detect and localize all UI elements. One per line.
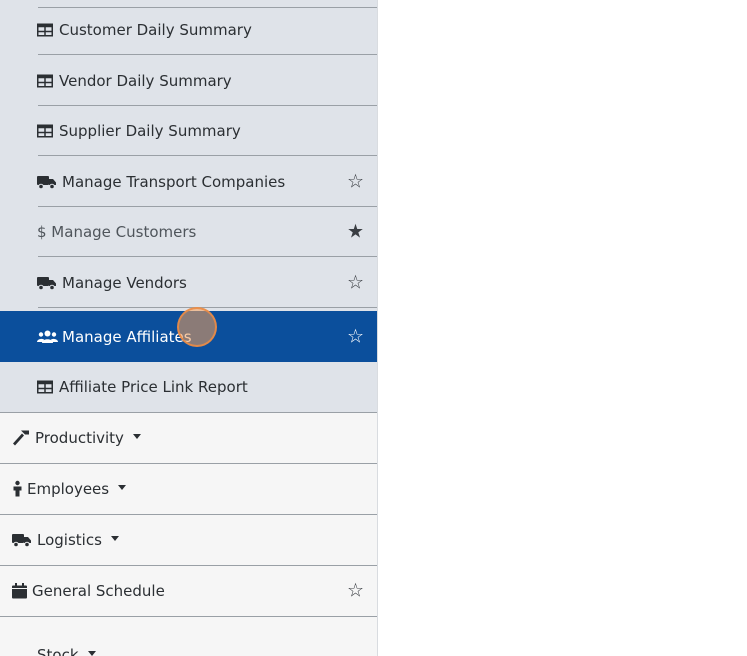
menu-item-stock[interactable]: Stock	[0, 617, 377, 656]
submenu-item-customer-daily-summary[interactable]: Customer Daily Summary	[0, 5, 377, 55]
divider	[38, 155, 377, 156]
submenu-item-manage-transport-companies[interactable]: Manage Transport Companies ☆	[0, 157, 377, 207]
truck-icon	[37, 175, 57, 189]
favorite-star-icon[interactable]: ☆	[347, 581, 364, 601]
submenu-item-label: Affiliate Price Link Report	[59, 378, 248, 396]
divider	[38, 256, 377, 257]
person-icon	[12, 480, 23, 498]
submenu-item-manage-vendors[interactable]: Manage Vendors ☆	[0, 258, 377, 308]
caret-down-icon	[118, 485, 127, 490]
hammer-icon	[12, 430, 31, 447]
table-icon	[37, 124, 53, 138]
truck-icon	[37, 276, 57, 290]
submenu-item-label: Supplier Daily Summary	[59, 122, 241, 140]
favorite-star-filled-icon[interactable]: ★	[347, 222, 364, 242]
submenu-item-manage-affiliates[interactable]: Manage Affiliates ☆	[0, 311, 377, 362]
menu-item-label: General Schedule	[32, 582, 165, 600]
menu-item-logistics[interactable]: Logistics	[0, 515, 377, 566]
submenu-item-affiliate-price-link-report[interactable]: Affiliate Price Link Report	[0, 362, 377, 412]
submenu-item-label: Vendor Daily Summary	[59, 72, 232, 90]
divider	[38, 54, 377, 55]
menu-item-employees[interactable]: Employees	[0, 464, 377, 515]
favorite-star-icon[interactable]: ☆	[347, 273, 364, 293]
truck-icon	[12, 533, 32, 547]
caret-down-icon	[110, 536, 119, 541]
calendar-icon	[12, 583, 27, 599]
submenu-item-label: Manage Vendors	[62, 274, 187, 292]
users-icon	[37, 330, 58, 344]
menu-item-general-schedule[interactable]: General Schedule ☆	[0, 566, 377, 617]
menu-item-label: Productivity	[35, 429, 124, 447]
submenu-item-label: Customer Daily Summary	[59, 21, 252, 39]
favorite-star-icon[interactable]: ☆	[347, 172, 364, 192]
menu-item-productivity[interactable]: Productivity	[0, 413, 377, 464]
favorite-star-icon[interactable]: ☆	[347, 327, 364, 346]
submenu-item-label: Manage Affiliates	[62, 327, 192, 346]
submenu: Customer Daily Summary Vendor Daily Summ…	[0, 0, 377, 413]
caret-down-icon	[87, 651, 96, 656]
submenu-item-manage-customers[interactable]: $ Manage Customers ★	[0, 207, 377, 257]
submenu-item-label: $ Manage Customers	[37, 223, 197, 241]
table-icon	[37, 380, 53, 394]
table-icon	[37, 23, 53, 37]
submenu-item-label: Manage Transport Companies	[62, 173, 286, 191]
caret-down-icon	[132, 434, 141, 439]
side-menu: Customer Daily Summary Vendor Daily Summ…	[0, 0, 378, 656]
menu-item-label: Employees	[27, 480, 110, 498]
submenu-item-supplier-daily-summary[interactable]: Supplier Daily Summary	[0, 106, 377, 156]
table-icon	[37, 74, 53, 88]
menu-item-label: Stock	[37, 646, 79, 656]
menu-item-label: Logistics	[37, 531, 102, 549]
submenu-item-vendor-daily-summary[interactable]: Vendor Daily Summary	[0, 56, 377, 106]
divider	[38, 307, 377, 308]
